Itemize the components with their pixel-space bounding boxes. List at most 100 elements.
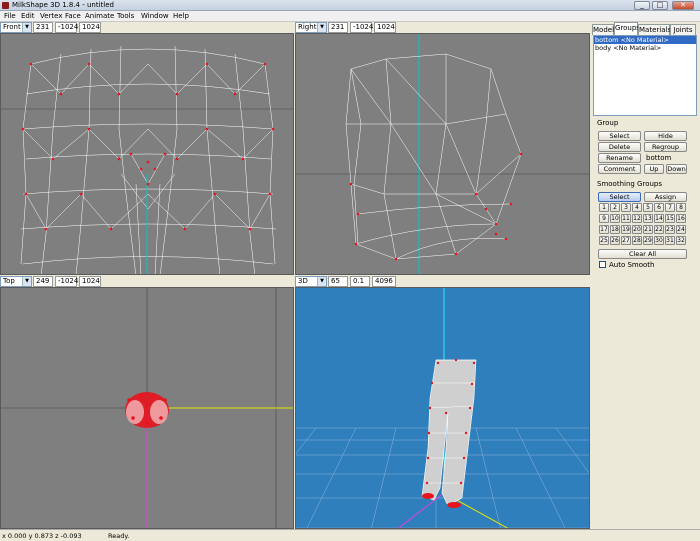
smoothing-group-button[interactable]: 15 [665,214,675,223]
top-near-field[interactable]: -1024 [55,276,78,287]
group-section-label: Group [597,119,619,127]
3d-viewport[interactable] [295,287,590,529]
menu-animate[interactable]: Animate [85,12,114,21]
top-view-select[interactable]: Top ▼ [0,276,32,287]
regroup-button[interactable]: Regroup [644,142,687,152]
tab-joints[interactable]: Joints [670,24,696,35]
menu-vertex[interactable]: Vertex [40,12,63,21]
top-viewport-toolbar: Top ▼ 249 -1024 1024 [0,276,294,287]
menu-face[interactable]: Face [65,12,81,21]
smoothing-group-button[interactable]: 27 [621,236,631,245]
front-view-select[interactable]: Front ▼ [0,22,32,33]
close-button[interactable]: ✕ [672,1,694,10]
menu-window[interactable]: Window [141,12,169,21]
smoothing-group-button[interactable]: 10 [610,214,620,223]
smoothing-group-button[interactable]: 5 [643,203,653,212]
smoothing-group-button[interactable]: 25 [599,236,609,245]
smoothing-group-button[interactable]: 17 [599,225,609,234]
smoothing-group-button[interactable]: 6 [654,203,664,212]
3d-near-field[interactable]: 0.1 [350,276,370,287]
hide-button[interactable]: Hide [644,131,687,141]
sg-assign-button[interactable]: Assign [644,192,687,202]
smoothing-group-button[interactable]: 13 [643,214,653,223]
smoothing-group-button[interactable]: 7 [665,203,675,212]
smoothing-group-button[interactable]: 12 [632,214,642,223]
smoothing-group-button[interactable]: 32 [676,236,686,245]
smoothing-group-button[interactable]: 11 [621,214,631,223]
3d-view-label: 3D [298,277,308,285]
smoothing-group-button[interactable]: 8 [676,203,686,212]
smoothing-group-button[interactable]: 29 [643,236,653,245]
top-viewport[interactable] [0,287,294,529]
3d-far-field[interactable]: 4096 [372,276,396,287]
milkshape-window: MilkShape 3D 1.8.4 - untitled _ □ ✕ File… [0,0,700,541]
menu-help[interactable]: Help [173,12,189,21]
smoothing-group-button[interactable]: 14 [654,214,664,223]
right-viewport-toolbar: Right ▼ 231 -1024 1024 [295,22,590,33]
smoothing-group-button[interactable]: 24 [676,225,686,234]
menu-tools[interactable]: Tools [117,12,134,21]
front-view-label: Front [3,23,21,31]
chevron-down-icon: ▼ [22,23,31,32]
tab-groups[interactable]: Groups [614,22,640,35]
window-title: MilkShape 3D 1.8.4 - untitled [12,1,114,9]
smoothing-group-button[interactable]: 20 [632,225,642,234]
minimize-button[interactable]: _ [634,1,650,10]
smoothing-group-button[interactable]: 26 [610,236,620,245]
smoothing-group-button[interactable]: 4 [632,203,642,212]
clear-all-button[interactable]: Clear All [598,249,687,259]
3d-view-select[interactable]: 3D ▼ [295,276,327,287]
sg-select-button[interactable]: Select [598,192,641,202]
comment-button[interactable]: Comment [598,164,641,174]
right-far-field[interactable]: 1024 [374,22,396,33]
menu-edit[interactable]: Edit [21,12,35,21]
right-viewport[interactable] [295,33,590,275]
smoothing-group-button[interactable]: 18 [610,225,620,234]
status-bar: x 0.000 y 0.873 z -0.093 Ready. [0,529,700,541]
front-zoom-field[interactable]: 231 [33,22,53,33]
tab-model[interactable]: Model [592,24,614,35]
group-list[interactable]: bottom <No Material> body <No Material> [593,35,697,116]
top-wireframe [1,288,293,528]
smoothing-group-button[interactable]: 31 [665,236,675,245]
rename-field[interactable]: bottom [646,154,689,162]
right-view-select[interactable]: Right ▼ [295,22,327,33]
smoothing-group-button[interactable]: 21 [643,225,653,234]
auto-smooth-checkbox[interactable] [599,261,606,268]
smoothing-group-button[interactable]: 2 [610,203,620,212]
smoothing-group-button[interactable]: 22 [654,225,664,234]
smoothing-group-button[interactable]: 19 [621,225,631,234]
rename-button[interactable]: Rename [598,153,641,163]
smoothing-groups-label: Smoothing Groups [597,180,663,188]
3d-scene [296,288,589,528]
front-far-field[interactable]: 1024 [79,22,101,33]
front-wireframe [1,45,293,274]
status-message: Ready. [108,532,130,540]
list-item[interactable]: bottom <No Material> [594,36,696,44]
smoothing-group-button[interactable]: 28 [632,236,642,245]
top-far-field[interactable]: 1024 [79,276,101,287]
select-button[interactable]: Select [598,131,641,141]
list-item[interactable]: body <No Material> [594,44,696,52]
menu-file[interactable]: File [4,12,16,21]
chevron-down-icon: ▼ [22,277,31,286]
right-zoom-field[interactable]: 231 [328,22,348,33]
right-near-field[interactable]: -1024 [350,22,373,33]
3d-fov-field[interactable]: 65 [328,276,348,287]
tab-materials[interactable]: Materials [638,24,671,35]
front-near-field[interactable]: -1024 [55,22,78,33]
front-viewport-toolbar: Front ▼ 231 -1024 1024 [0,22,294,33]
smoothing-group-button[interactable]: 23 [665,225,675,234]
up-button[interactable]: Up [644,164,664,174]
front-viewport[interactable] [0,33,294,275]
smoothing-group-button[interactable]: 16 [676,214,686,223]
top-zoom-field[interactable]: 249 [33,276,53,287]
3d-viewport-toolbar: 3D ▼ 65 0.1 4096 [295,276,590,287]
delete-button[interactable]: Delete [598,142,641,152]
smoothing-group-button[interactable]: 3 [621,203,631,212]
smoothing-group-button[interactable]: 30 [654,236,664,245]
smoothing-group-button[interactable]: 1 [599,203,609,212]
down-button[interactable]: Down [666,164,687,174]
smoothing-group-button[interactable]: 9 [599,214,609,223]
maximize-button[interactable]: □ [652,1,668,10]
